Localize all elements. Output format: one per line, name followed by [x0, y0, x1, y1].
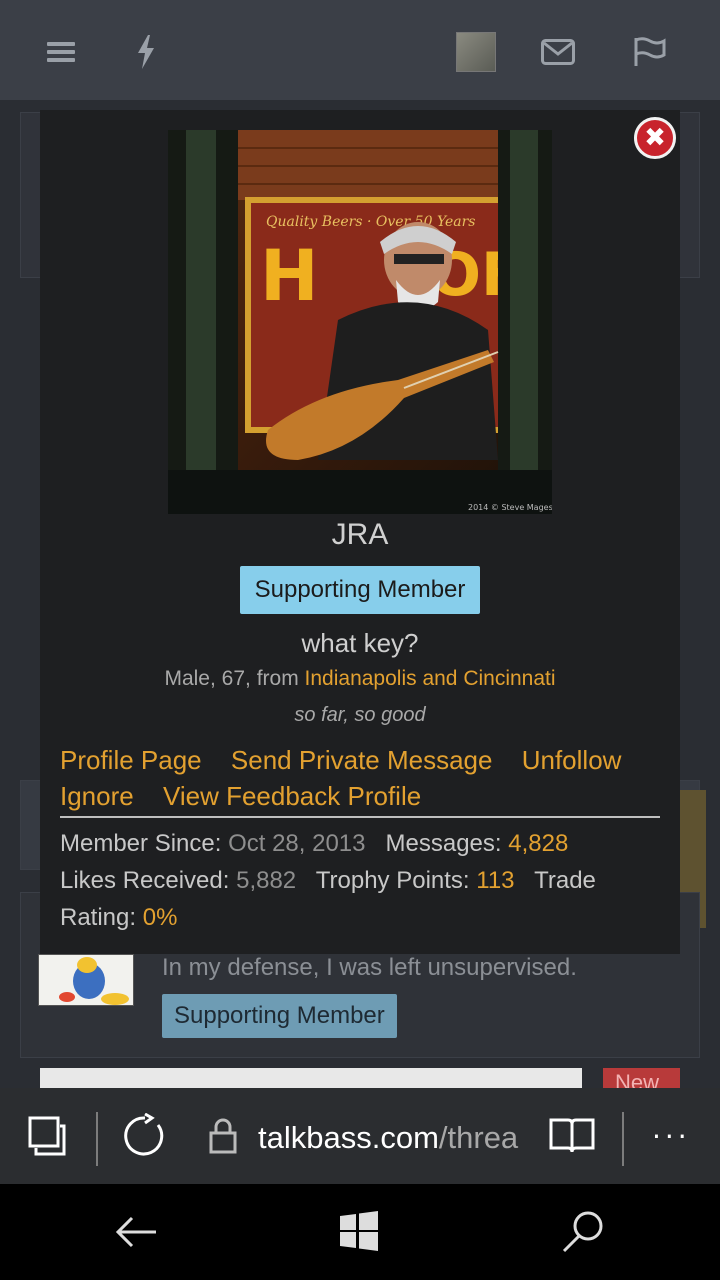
- view-feedback-profile-link[interactable]: View Feedback Profile: [163, 781, 421, 811]
- messages-label: Messages:: [385, 830, 502, 857]
- send-private-message-link[interactable]: Send Private Message: [231, 745, 493, 775]
- trade-rating-value[interactable]: 0%: [143, 904, 178, 931]
- refresh-icon[interactable]: [122, 1112, 168, 1160]
- post-signature: In my defense, I was left unsupervised.: [162, 954, 577, 981]
- trade-label: Trade: [534, 867, 596, 894]
- member-actions: Profile Page Send Private Message Unfoll…: [60, 742, 660, 814]
- messages-value[interactable]: 4,828: [508, 830, 568, 857]
- lightning-icon[interactable]: [122, 28, 170, 76]
- member-info: Male, 67, from Indianapolis and Cincinna…: [40, 667, 680, 691]
- top-navigation-bar: [0, 0, 720, 100]
- trophy-value[interactable]: 113: [476, 867, 514, 894]
- member-from-label: from: [256, 667, 299, 690]
- system-navigation-bar: [0, 1184, 720, 1280]
- member-stats: Member Since: Oct 28, 2013 Messages: 4,8…: [60, 825, 660, 936]
- member-photo: Quality Beers · Over 50 Years H OF 2014 …: [168, 130, 552, 514]
- new-button[interactable]: New: [603, 1068, 680, 1088]
- likes-label: Likes Received:: [60, 867, 230, 894]
- ignore-link[interactable]: Ignore: [60, 781, 134, 811]
- member-custom-title: what key?: [301, 628, 419, 658]
- member-since-label: Member Since:: [60, 830, 222, 857]
- url-path: /threa: [438, 1120, 519, 1155]
- popup-divider: [60, 816, 660, 818]
- lock-icon: [208, 1112, 238, 1160]
- reply-box[interactable]: [40, 1068, 582, 1088]
- member-username[interactable]: JRA: [40, 518, 680, 552]
- envelope-icon[interactable]: [534, 28, 582, 76]
- toolbar-separator: [622, 1112, 624, 1166]
- close-icon[interactable]: ✖: [634, 117, 676, 159]
- user-avatar[interactable]: [452, 28, 500, 76]
- search-icon[interactable]: [560, 1208, 606, 1258]
- hamburger-icon[interactable]: [37, 28, 85, 76]
- member-gender-age: Male, 67,: [164, 667, 251, 690]
- likes-value: 5,882: [236, 867, 297, 894]
- back-arrow-icon[interactable]: [112, 1212, 160, 1256]
- svg-text:2014 © Steve Mages: 2014 © Steve Mages: [468, 503, 552, 512]
- member-since-value: Oct 28, 2013: [228, 830, 366, 857]
- reading-view-icon[interactable]: [548, 1112, 596, 1160]
- unfollow-link[interactable]: Unfollow: [522, 745, 622, 775]
- supporting-member-badge: Supporting Member: [240, 566, 480, 614]
- url-host: talkbass.com: [258, 1120, 439, 1155]
- member-status: so far, so good: [294, 704, 426, 726]
- trophy-label: Trophy Points:: [315, 867, 470, 894]
- svg-text:H: H: [260, 235, 319, 317]
- rating-label: Rating:: [60, 904, 137, 931]
- more-icon[interactable]: ···: [652, 1112, 691, 1160]
- poster-avatar[interactable]: [38, 954, 134, 1006]
- member-location-link[interactable]: Indianapolis and Cincinnati: [305, 667, 556, 690]
- toolbar-separator: [96, 1112, 98, 1166]
- flag-icon[interactable]: [626, 28, 674, 76]
- address-bar[interactable]: talkbass.com/threa: [258, 1120, 526, 1156]
- supporting-member-badge-bg: Supporting Member: [162, 994, 397, 1038]
- profile-page-link[interactable]: Profile Page: [60, 745, 202, 775]
- sign-text: Quality Beers · Over 50 Years: [266, 214, 475, 230]
- tabs-icon[interactable]: [26, 1112, 66, 1160]
- windows-logo-icon[interactable]: [338, 1210, 380, 1256]
